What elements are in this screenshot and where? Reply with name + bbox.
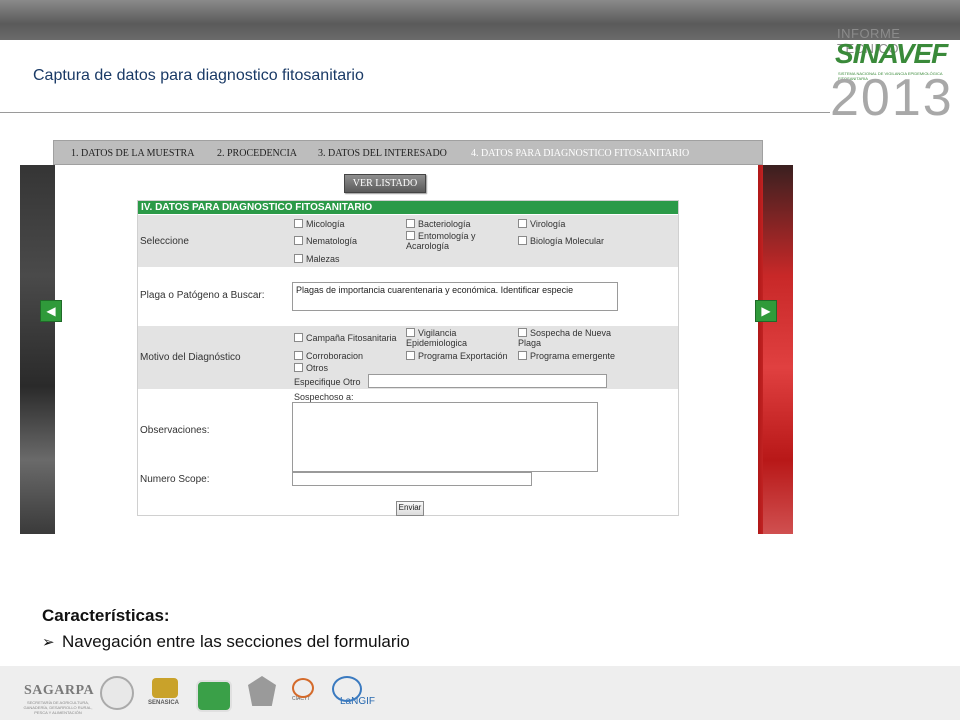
- option-virologia[interactable]: Virología: [518, 219, 565, 229]
- mexico-seal-icon: [100, 676, 134, 710]
- checkbox[interactable]: [294, 254, 303, 263]
- plaga-textarea[interactable]: Plagas de importancia cuarentenaria y ec…: [292, 282, 618, 311]
- especifique-input[interactable]: [368, 374, 607, 388]
- option-otros[interactable]: Otros: [294, 363, 328, 373]
- option-entomologia[interactable]: Entomología y Acarología: [406, 231, 501, 251]
- ciacyt-icon: [292, 678, 314, 698]
- title-divider: [0, 112, 830, 113]
- checkbox[interactable]: [294, 363, 303, 372]
- option-micologia[interactable]: Micología: [294, 219, 345, 229]
- plaga-label: Plaga o Patógeno a Buscar:: [140, 290, 265, 301]
- option-programa-emergente[interactable]: Programa emergente: [518, 351, 615, 361]
- diagnostico-form: IV. DATOS PARA DIAGNOSTICO FITOSANITARIO…: [137, 200, 679, 516]
- checkbox[interactable]: [406, 231, 415, 240]
- sagarpa-logo: SAGARPA: [24, 683, 95, 698]
- green-badge-icon: [196, 680, 232, 712]
- prev-arrow-button[interactable]: ◀: [40, 300, 62, 322]
- checkbox[interactable]: [294, 219, 303, 228]
- photo-right-edge: [763, 165, 793, 534]
- enviar-button[interactable]: Enviar: [396, 501, 424, 516]
- motivo-label: Motivo del Diagnóstico: [140, 352, 241, 363]
- observaciones-textarea[interactable]: [292, 402, 598, 472]
- checkbox[interactable]: [518, 351, 527, 360]
- checkbox[interactable]: [406, 328, 415, 337]
- arrow-bullet-icon: ➢: [42, 634, 55, 651]
- option-nematologia[interactable]: Nematología: [294, 236, 357, 246]
- footer: [0, 666, 960, 720]
- option-biologia-molecular[interactable]: Biología Molecular: [518, 236, 604, 246]
- checkbox[interactable]: [518, 328, 527, 337]
- chevron-right-icon: ▶: [761, 304, 771, 318]
- tab-datos-interesado[interactable]: 3. DATOS DEL INTERESADO: [318, 148, 447, 159]
- option-corroboracion[interactable]: Corroboracion: [294, 351, 363, 361]
- features-title: Características:: [42, 606, 170, 625]
- option-vigilancia[interactable]: Vigilancia Epidemiologica: [406, 328, 506, 348]
- tab-datos-muestra[interactable]: 1. DATOS DE LA MUESTRA: [71, 148, 194, 159]
- next-arrow-button[interactable]: ▶: [755, 300, 777, 322]
- sagarpa-subtitle: SECRETARÍA DE AGRICULTURA, GANADERÍA, DE…: [23, 700, 93, 715]
- tab-datos-diagnostico[interactable]: 4. DATOS PARA DIAGNOSTICO FITOSANITARIO: [471, 148, 689, 159]
- checkbox[interactable]: [294, 351, 303, 360]
- chevron-left-icon: ◀: [46, 304, 56, 318]
- senasica-logo: SENASICA: [148, 700, 180, 706]
- ver-listado-button[interactable]: VER LISTADO: [344, 174, 426, 193]
- brand-name: SINAVEF: [835, 38, 948, 69]
- form-heading: IV. DATOS PARA DIAGNOSTICO FITOSANITARIO: [138, 201, 678, 214]
- checkbox[interactable]: [294, 236, 303, 245]
- checkbox[interactable]: [518, 219, 527, 228]
- langif-icon: [332, 676, 362, 702]
- option-programa-exportacion[interactable]: Programa Exportación: [406, 351, 508, 361]
- numero-scope-label: Numero Scope:: [140, 474, 210, 485]
- seleccione-label: Seleccione: [140, 236, 189, 247]
- option-bacteriologia[interactable]: Bacteriología: [406, 219, 471, 229]
- observaciones-label: Observaciones:: [140, 425, 210, 436]
- brand-year: 2013: [830, 69, 954, 127]
- tab-procedencia[interactable]: 2. PROCEDENCIA: [217, 148, 297, 159]
- checkbox[interactable]: [406, 219, 415, 228]
- checkbox[interactable]: [518, 236, 527, 245]
- especifique-label: Especifique Otro: [294, 377, 361, 387]
- top-bar: [0, 0, 960, 40]
- features-item: ➢ Navegación entre las secciones del form…: [42, 632, 410, 651]
- sinavef-logo: INFORME TECNICO SINAVEF SISTEMA NACIONAL…: [830, 22, 958, 127]
- sospechoso-label: Sospechoso a:: [294, 392, 354, 402]
- slide-title: Captura de datos para diagnostico fitosa…: [33, 67, 364, 84]
- senasica-emblem-icon: [152, 678, 178, 698]
- option-sospecha[interactable]: Sospecha de Nueva Plaga: [518, 328, 628, 348]
- option-campana[interactable]: Campaña Fitosanitaria: [294, 333, 397, 343]
- checkbox[interactable]: [294, 333, 303, 342]
- option-malezas[interactable]: Malezas: [294, 254, 340, 264]
- numero-scope-input[interactable]: [292, 472, 532, 486]
- form-tab-bar: 1. DATOS DE LA MUESTRA 2. PROCEDENCIA 3.…: [53, 140, 763, 165]
- checkbox[interactable]: [406, 351, 415, 360]
- photo-left-edge: [20, 165, 55, 534]
